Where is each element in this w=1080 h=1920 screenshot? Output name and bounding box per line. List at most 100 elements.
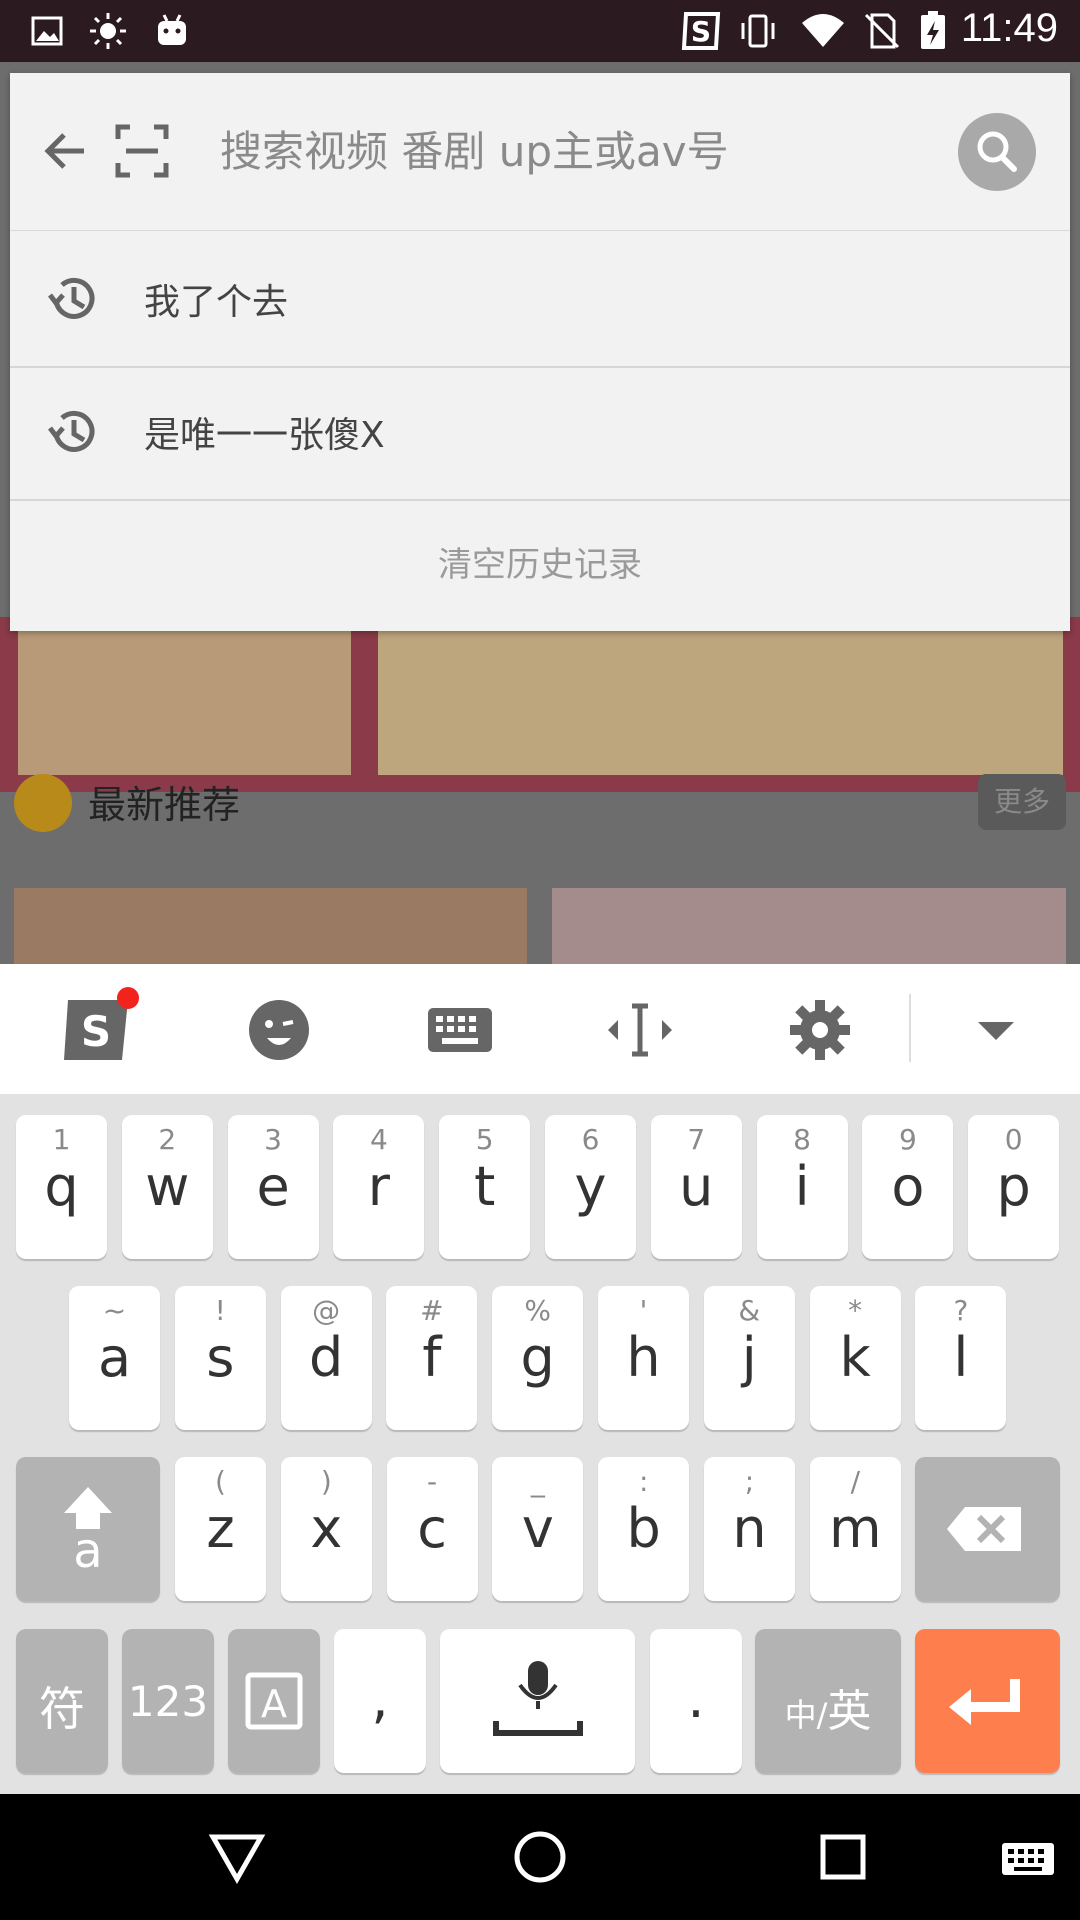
brightness-icon [90,13,126,49]
key-primary-label: j [741,1326,757,1389]
key-secondary-label: / [850,1465,861,1498]
key-g[interactable]: % g [492,1286,584,1430]
status-bar: S 11:49 [0,0,1080,62]
key-t[interactable]: 5t [439,1115,531,1259]
search-icon [977,131,1017,172]
key-secondary-label: # [420,1294,444,1327]
key-primary-label: g [520,1326,555,1389]
search-bar [10,73,1070,231]
key-primary-label: o [891,1155,925,1218]
key-primary-label: r [367,1155,390,1218]
search-panel: 我了个去 是唯一一张傻X 清空历史记录 [10,73,1070,631]
key-primary-label: v [521,1497,554,1560]
collapse-icon[interactable] [960,994,1032,1066]
shift-icon: a [64,1487,112,1579]
key-primary-label: b [626,1497,661,1560]
key-v[interactable]: _ v [492,1457,584,1601]
shift-key[interactable]: a [16,1457,160,1601]
banner-image [0,617,1080,792]
history-item-label: 我了个去 [144,282,289,323]
key-secondary-label: 1 [52,1123,71,1156]
key-secondary-label: ; [744,1465,755,1498]
back-arrow-icon[interactable] [38,123,94,179]
clear-history-button[interactable]: 清空历史记录 [10,499,1070,631]
language-switch-key[interactable]: 中/英 [755,1629,901,1773]
enter-key[interactable] [915,1629,1060,1773]
key-h[interactable]: ' h [598,1286,689,1430]
svg-text:a: a [73,1523,102,1579]
key-primary-label: w [145,1155,190,1218]
key-c[interactable]: -c [386,1457,478,1601]
key-p[interactable]: 0p [968,1115,1060,1259]
emoji-icon[interactable] [243,994,315,1066]
key-a[interactable]: ~ a [69,1286,160,1430]
vibrate-icon [741,14,775,48]
more-button[interactable]: 更多 [978,774,1066,830]
numbers-key[interactable]: 123 [122,1629,214,1773]
key-e[interactable]: 3e [227,1115,319,1259]
key-secondary-label: ( [215,1465,226,1498]
key-r[interactable]: 4r [333,1115,425,1259]
key-f[interactable]: # f [386,1286,478,1430]
period-key[interactable]: . [650,1629,742,1773]
key-primary-label: e [256,1155,290,1218]
comma-key[interactable]: , [334,1629,426,1773]
navigation-bar [0,1794,1080,1920]
keyboard-icon[interactable] [424,994,496,1066]
sogou-icon: S [681,12,721,50]
recents-square-icon[interactable] [813,1827,873,1887]
key-x[interactable]: ) x [280,1457,372,1601]
key-w[interactable]: 2w [121,1115,213,1259]
search-button[interactable] [958,113,1036,191]
key-l[interactable]: ? l [915,1286,1007,1430]
key-n[interactable]: ; n [704,1457,795,1601]
key-i[interactable]: 8i [756,1115,848,1259]
key-s[interactable]: ! s [174,1286,266,1430]
key-primary-label: k [839,1326,871,1389]
toolbar-divider [909,994,911,1062]
key-u[interactable]: 7u [650,1115,742,1259]
symbol-key[interactable]: 符 [16,1629,108,1773]
key-z[interactable]: (z [175,1457,266,1601]
key-q[interactable]: 1q [16,1115,107,1259]
enter-icon [949,1679,1020,1725]
backspace-key[interactable] [915,1457,1060,1601]
key-m[interactable]: / m [809,1457,901,1601]
keyboard-switch-icon[interactable] [1000,1827,1056,1887]
key-d[interactable]: @ d [280,1286,372,1430]
svg-text:A: A [261,1682,287,1726]
cursor-move-icon[interactable] [604,994,676,1066]
key-o[interactable]: 9o [862,1115,954,1259]
space-key[interactable] [440,1629,635,1773]
handwriting-key[interactable]: A [228,1629,320,1773]
key-primary-label: u [679,1155,714,1218]
key-secondary-label: 6 [581,1123,600,1156]
back-triangle-icon[interactable] [207,1827,267,1887]
sogou-logo-icon[interactable]: S [58,986,142,1070]
key-secondary-label: ? [953,1294,969,1327]
battery-charging-icon [921,11,945,49]
search-input[interactable] [220,113,920,189]
key-primary-label: m [828,1497,882,1560]
history-item[interactable]: 是唯一一张傻X [10,366,1070,501]
home-circle-icon[interactable] [510,1827,570,1887]
key-secondary-label: 9 [898,1123,917,1156]
key-secondary-label: 7 [687,1123,706,1156]
key-secondary-label: 4 [369,1123,388,1156]
key-k[interactable]: * k [809,1286,901,1430]
key-secondary-label: : [638,1465,649,1498]
svg-text:S: S [691,15,711,48]
key-y[interactable]: 6y [545,1115,636,1259]
key-secondary-label: 2 [158,1123,177,1156]
scan-icon[interactable] [114,123,170,179]
key-b[interactable]: :b [598,1457,690,1601]
backspace-icon [947,1507,1021,1551]
key-primary-label: x [310,1497,343,1560]
key-j[interactable]: & j [703,1286,795,1430]
key-secondary-label: _ [530,1465,545,1498]
history-item[interactable]: 我了个去 [10,233,1070,368]
key-primary-label: d [308,1326,344,1389]
soft-keyboard: S a 符 123 A , . 中/英 1q2w3e4r5t6y7u8i9o0p [0,964,1080,1794]
android-icon [158,14,186,45]
settings-icon[interactable] [784,994,856,1066]
